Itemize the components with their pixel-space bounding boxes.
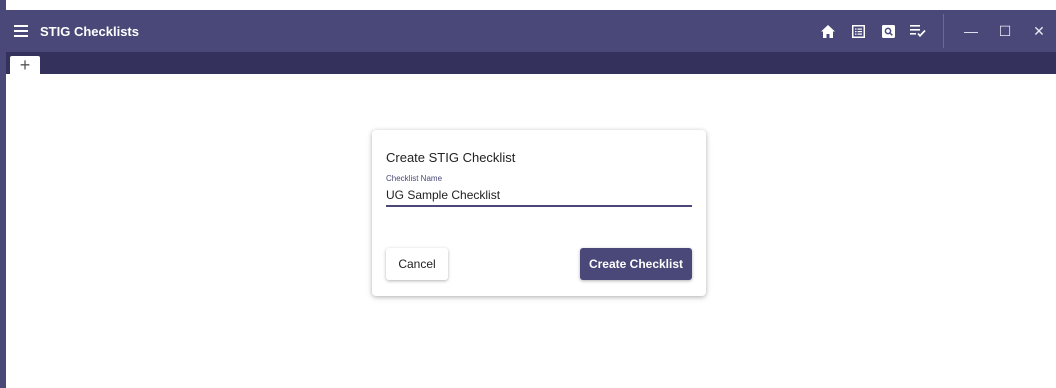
title-actions: — ☐ ✕ [813,10,1056,52]
tab-bar: + [6,52,1056,74]
search-document-icon[interactable] [873,16,903,46]
checklist-name-input[interactable] [386,185,692,207]
minimize-button[interactable]: — [954,16,988,46]
cancel-button[interactable]: Cancel [386,248,448,280]
main-content: Create STIG Checklist Checklist Name Can… [6,74,1056,388]
checklist-icon[interactable] [903,16,933,46]
app-window: STIG Checklists — ☐ ✕ + Create STIG Chec… [0,0,1056,388]
title-divider [943,14,944,48]
close-button[interactable]: ✕ [1022,16,1056,46]
hamburger-menu-icon[interactable] [14,21,34,41]
top-strip [6,0,1056,10]
add-tab-button[interactable]: + [10,56,40,74]
maximize-button[interactable]: ☐ [988,16,1022,46]
home-icon[interactable] [813,16,843,46]
checklist-name-label: Checklist Name [386,174,443,183]
app-title: STIG Checklists [40,23,139,39]
create-checklist-dialog: Create STIG Checklist Checklist Name Can… [372,130,706,296]
create-checklist-button[interactable]: Create Checklist [580,248,692,280]
dialog-title: Create STIG Checklist [386,150,516,165]
document-list-icon[interactable] [843,16,873,46]
title-bar: STIG Checklists — ☐ ✕ [6,10,1056,52]
